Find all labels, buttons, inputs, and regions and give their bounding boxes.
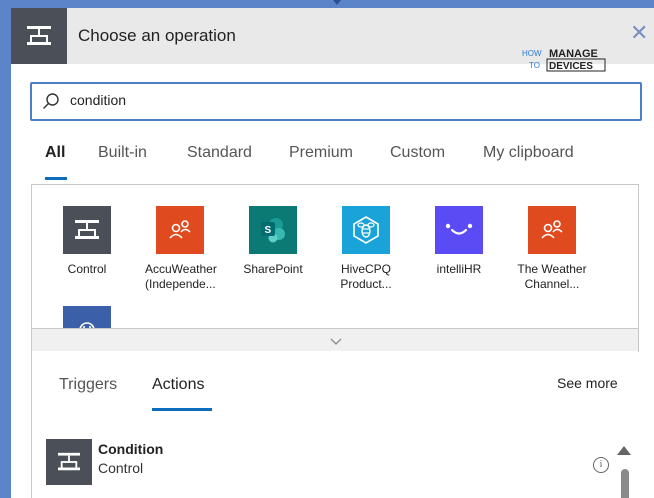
- svg-text:DEVICES: DEVICES: [549, 61, 593, 72]
- list-item[interactable]: Condition Control: [46, 431, 606, 491]
- close-icon[interactable]: ✕: [630, 22, 648, 44]
- smile-icon: [435, 206, 483, 254]
- connector-label-line2: Channel...: [524, 277, 580, 291]
- connector-sharepoint[interactable]: S SharePoint: [238, 206, 308, 277]
- operation-panel: Choose an operation ✕ HOW TO MANAGE DEVI…: [11, 8, 654, 498]
- partial-connector-icon: [63, 306, 111, 329]
- results-section: Triggers Actions See more Condition Cont…: [31, 351, 638, 498]
- tab-triggers[interactable]: Triggers: [59, 376, 117, 394]
- svg-text:TO: TO: [529, 61, 540, 70]
- search-icon: [42, 92, 60, 115]
- active-tab-indicator: [45, 177, 67, 180]
- connector-grid: Control AccuWeather (Independe... S Shar…: [31, 184, 639, 329]
- connector-partial[interactable]: [52, 306, 122, 329]
- expand-connectors-bar[interactable]: [31, 328, 639, 352]
- tab-premium[interactable]: Premium: [289, 144, 353, 162]
- panel-header: Choose an operation ✕ HOW TO MANAGE DEVI…: [11, 8, 654, 72]
- hive-icon: [342, 206, 390, 254]
- search-box[interactable]: [30, 82, 642, 121]
- connector-label-line2: Product...: [340, 277, 392, 291]
- tab-actions[interactable]: Actions: [152, 376, 204, 394]
- weather-people-icon: [528, 206, 576, 254]
- connector-label-line1: HiveCPQ: [340, 262, 391, 276]
- connector-label: Control: [67, 262, 107, 276]
- svg-text:S: S: [265, 225, 272, 236]
- page-title: Choose an operation: [78, 26, 236, 45]
- tab-standard[interactable]: Standard: [187, 144, 252, 162]
- tab-my-clipboard[interactable]: My clipboard: [483, 144, 574, 162]
- chevron-down-icon: [330, 333, 342, 351]
- see-more-link[interactable]: See more: [557, 375, 618, 391]
- connector-label: SharePoint: [243, 262, 303, 276]
- frame-marker: [333, 0, 341, 5]
- tab-all[interactable]: All: [45, 144, 65, 162]
- connector-label: HiveCPQ Product...: [331, 262, 401, 292]
- control-icon: [46, 439, 92, 485]
- tab-built-in[interactable]: Built-in: [98, 144, 147, 162]
- scroll-up-arrow[interactable]: [617, 446, 631, 455]
- category-tabs: All Built-in Standard Premium Custom My …: [11, 138, 654, 180]
- action-subtitle: Control: [98, 460, 144, 476]
- connector-label-line1: The Weather: [517, 262, 587, 276]
- connector-control[interactable]: Control: [52, 206, 122, 277]
- connector-accuweather[interactable]: AccuWeather (Independe...: [145, 206, 217, 292]
- connector-label: intelliHR: [436, 262, 482, 276]
- connector-label-line2: (Independe...: [145, 277, 216, 291]
- svg-text:HOW: HOW: [522, 49, 542, 58]
- weather-people-icon: [156, 206, 204, 254]
- scrollbar-thumb[interactable]: [621, 469, 629, 498]
- svg-text:MANAGE: MANAGE: [549, 48, 598, 60]
- sharepoint-icon: S: [249, 206, 297, 254]
- tab-custom[interactable]: Custom: [390, 144, 445, 162]
- logo: HOW TO MANAGE DEVICES: [521, 46, 607, 77]
- connector-label: AccuWeather (Independe...: [145, 262, 217, 292]
- connector-label-line1: AccuWeather: [145, 262, 217, 276]
- action-title: Condition: [98, 441, 164, 457]
- active-tab-indicator: [152, 408, 212, 411]
- connector-label: The Weather Channel...: [517, 262, 587, 292]
- info-icon[interactable]: i: [593, 457, 609, 473]
- connector-the-weather-channel[interactable]: The Weather Channel...: [517, 206, 587, 292]
- control-icon: [63, 206, 111, 254]
- connector-intellihr[interactable]: intelliHR: [424, 206, 494, 277]
- control-icon: [11, 8, 67, 64]
- connector-hivecpq[interactable]: HiveCPQ Product...: [331, 206, 401, 292]
- search-input[interactable]: [70, 92, 610, 108]
